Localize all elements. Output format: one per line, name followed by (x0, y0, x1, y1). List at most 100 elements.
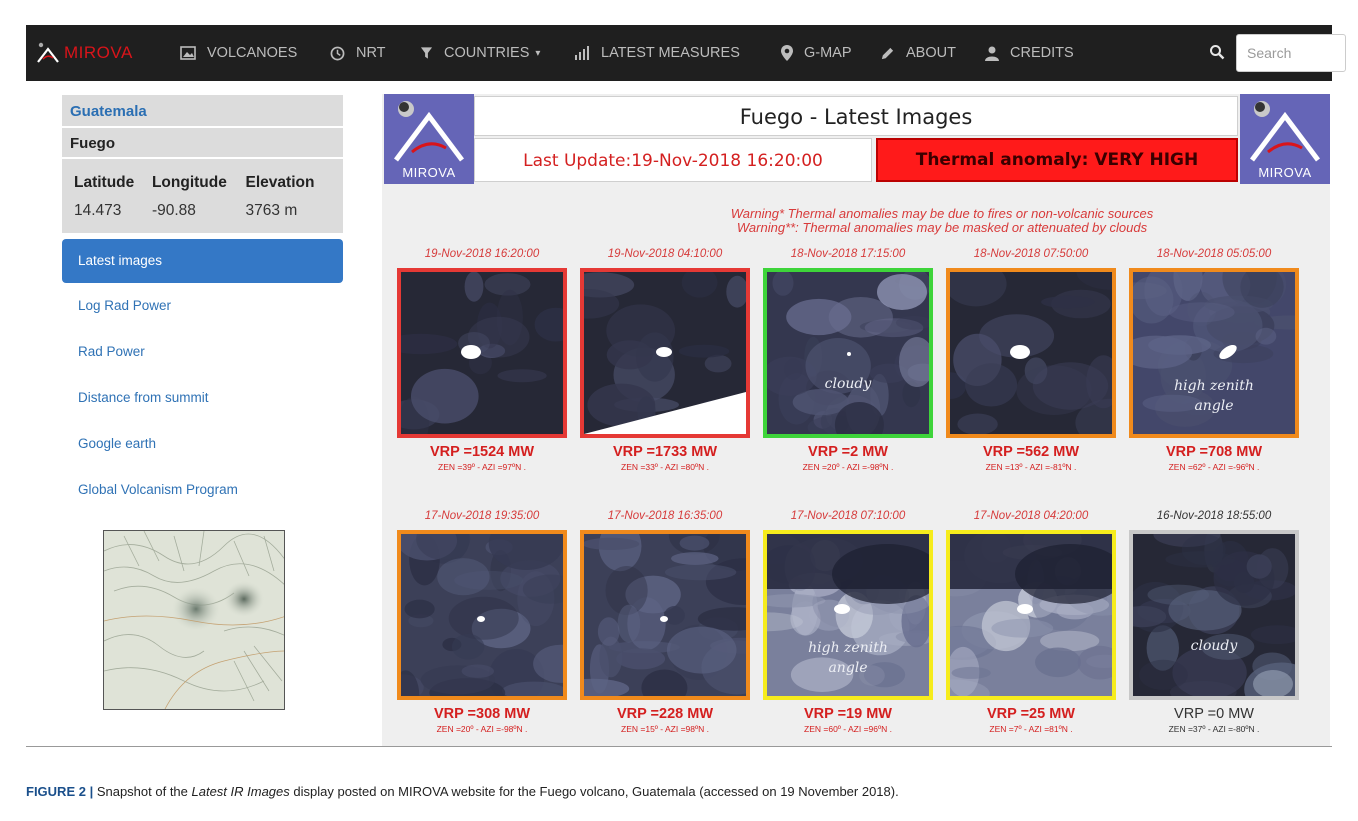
user-icon (985, 46, 1005, 61)
tile-vrp-value: VRP =228 MW (616, 706, 714, 722)
logo-label: MIROVA (1258, 165, 1312, 180)
thermal-image-tile[interactable]: 18-Nov-2018 07:50:00 VRP =562 MW ZEN =13º … (946, 246, 1116, 473)
tile-angles: ZEN =39º - AZI =97ºN . (438, 462, 526, 472)
country-name[interactable]: Guatemala (62, 95, 343, 128)
sidebar-item-latest-images[interactable]: Latest images (62, 239, 343, 283)
tile-timestamp: 18-Nov-2018 07:50:00 (973, 248, 1089, 260)
image-caption: high zenith angle (808, 640, 888, 676)
thermal-image[interactable] (580, 530, 750, 700)
thermal-image-tile[interactable]: 16-Nov-2018 18:55:00 cloudy VRP =0 MW ZEN =… (1129, 508, 1299, 735)
warning-fires: Warning* Thermal anomalies may be due to… (730, 206, 1154, 221)
sidebar-nav: Latest images Log Rad Power Rad Power Dista… (62, 239, 343, 513)
tile-angles: ZEN =7º - AZI =81ºN . (989, 724, 1073, 734)
image-caption: high zenith angle (1174, 378, 1254, 414)
pencil-icon (880, 46, 901, 61)
sidebar-item-log-rad-power[interactable]: Log Rad Power (62, 283, 343, 329)
image-caption: cloudy (1190, 638, 1238, 654)
warning-clouds: Warning**: Thermal anomalies may be mask… (736, 220, 1148, 235)
tile-timestamp: 17-Nov-2018 04:20:00 (973, 510, 1089, 522)
tile-vrp-value: VRP =19 MW (804, 706, 892, 722)
tile-vrp-value: VRP =1524 MW (429, 444, 535, 460)
thermal-image[interactable] (397, 268, 567, 438)
nav-item-label: CREDITS (1010, 45, 1074, 61)
tile-angles: ZEN =20º - AZI =-98ºN . (802, 462, 894, 472)
nav-item-countries[interactable]: COUNTRIES ▾ (420, 25, 540, 81)
image-caption: cloudy (824, 376, 872, 392)
tile-vrp-value: VRP =0 MW (1174, 706, 1254, 722)
caption-text-before: Snapshot of the (93, 784, 192, 799)
thermal-image-tile[interactable]: 17-Nov-2018 16:35:00 VRP =228 MW ZEN =15º … (580, 508, 750, 735)
nav-item-label: LATEST MEASURES (601, 45, 740, 61)
image-icon (180, 46, 202, 60)
elevation-value: 3763 m (245, 202, 298, 219)
tile-angles: ZEN =60º - AZI =96ºN . (804, 724, 892, 734)
nav-item-credits[interactable]: CREDITS (985, 25, 1074, 81)
volcano-info-box: Guatemala Fuego Latitude Longitude Eleva… (62, 95, 343, 233)
thermal-image-tile[interactable]: 17-Nov-2018 07:10:00 high zenith angle VRP… (763, 508, 933, 735)
thermal-image[interactable]: high zenith angle (1129, 268, 1299, 438)
coordinates-value-row: 14.473 -90.88 3763 m (74, 197, 343, 225)
thermal-image-tile[interactable]: 19-Nov-2018 16:20:00 VRP =1524 MW ZEN =39º… (397, 246, 567, 473)
last-update: Last Update:19-Nov-2018 16:20:00 (474, 138, 872, 182)
longitude-header: Longitude (151, 174, 227, 191)
thermal-image[interactable]: cloudy (1129, 530, 1299, 700)
page: MIROVA VOLCANOES NRT COUNTRIES ▾ LATEST MEAS… (0, 0, 1358, 821)
thermal-image[interactable] (946, 268, 1116, 438)
thermal-anomaly-badge: Thermal anomaly: VERY HIGH (876, 138, 1238, 182)
thermal-image-tile[interactable]: 18-Nov-2018 05:05:00 high zenith angle VRP… (1129, 246, 1299, 473)
tile-vrp-value: VRP =708 MW (1165, 444, 1263, 460)
bar-chart-icon (574, 46, 596, 60)
elevation-header: Elevation (245, 174, 315, 191)
coordinates-table: Latitude Longitude Elevation 14.473 -90.… (62, 159, 343, 233)
tile-timestamp: 19-Nov-2018 16:20:00 (424, 248, 540, 260)
warnings: Warning* Thermal anomalies may be due to… (582, 207, 1302, 235)
nav-item-label: ABOUT (906, 45, 956, 61)
volcano-location-map[interactable] (103, 530, 285, 710)
nav-menu: VOLCANOES NRT COUNTRIES ▾ LATEST MEASURES G-M… (26, 25, 1176, 81)
tile-angles: ZEN =13º - AZI =-81ºN . (985, 462, 1077, 472)
thermal-image-tile[interactable]: 19-Nov-2018 04:10:00 VRP =1733 MW ZEN =33º… (580, 246, 750, 473)
tile-angles: ZEN =20º - AZI =-98ºN . (436, 724, 528, 734)
tile-angles: ZEN =62º - AZI =-96ºN . (1168, 462, 1260, 472)
nav-item-about[interactable]: ABOUT (880, 25, 956, 81)
caret-down-icon: ▾ (535, 47, 541, 59)
map-marker-icon (781, 45, 799, 61)
tile-angles: ZEN =15º - AZI =98ºN . (621, 724, 709, 734)
nav-item-label: COUNTRIES (444, 45, 530, 61)
nav-item-nrt[interactable]: NRT (330, 25, 386, 81)
nav-item-latest-measures[interactable]: LATEST MEASURES (574, 25, 740, 81)
thermal-image[interactable] (397, 530, 567, 700)
sidebar-item-global-volcanism-program[interactable]: Global Volcanism Program (62, 467, 343, 513)
thermal-image[interactable] (946, 530, 1116, 700)
search-input[interactable] (1236, 34, 1346, 72)
divider (26, 746, 1332, 747)
thermal-image[interactable]: high zenith angle (763, 530, 933, 700)
tile-timestamp: 16-Nov-2018 18:55:00 (1156, 510, 1272, 522)
tile-timestamp: 17-Nov-2018 07:10:00 (790, 510, 906, 522)
volcano-name: Fuego (62, 128, 343, 159)
tile-timestamp: 17-Nov-2018 19:35:00 (424, 510, 540, 522)
thermal-image-tile[interactable]: 17-Nov-2018 19:35:00 VRP =308 MW ZEN =20º … (397, 508, 567, 735)
caption-italic: Latest IR Images (191, 784, 290, 799)
map-image (104, 531, 284, 709)
search-icon (1210, 45, 1225, 60)
top-navbar: MIROVA VOLCANOES NRT COUNTRIES ▾ LATEST MEAS… (26, 25, 1346, 81)
thermal-image[interactable]: cloudy (763, 268, 933, 438)
page-title: Fuego - Latest Images (474, 96, 1238, 136)
thermal-image-tile[interactable]: 17-Nov-2018 04:20:00 VRP =25 MW ZEN =7º - … (946, 508, 1116, 735)
tile-timestamp: 17-Nov-2018 16:35:00 (607, 510, 723, 522)
nav-item-label: NRT (356, 45, 386, 61)
sidebar-item-rad-power[interactable]: Rad Power (62, 329, 343, 375)
latitude-header: Latitude (74, 174, 135, 191)
tile-vrp-value: VRP =562 MW (982, 444, 1080, 460)
nav-item-g-map[interactable]: G-MAP (781, 25, 852, 81)
thermal-image[interactable] (580, 268, 750, 438)
logo-label: MIROVA (402, 165, 456, 180)
thermal-image-tile[interactable]: 18-Nov-2018 17:15:00 cloudy VRP =2 MW ZEN =… (763, 246, 933, 473)
latitude-value: 14.473 (74, 202, 122, 219)
nav-item-volcanoes[interactable]: VOLCANOES (180, 25, 297, 81)
figure-label: FIGURE 2 | (26, 784, 94, 799)
sidebar-item-google-earth[interactable]: Google earth (62, 421, 343, 467)
coordinates-header-row: Latitude Longitude Elevation (74, 169, 343, 197)
sidebar-item-distance-from-summit[interactable]: Distance from summit (62, 375, 343, 421)
